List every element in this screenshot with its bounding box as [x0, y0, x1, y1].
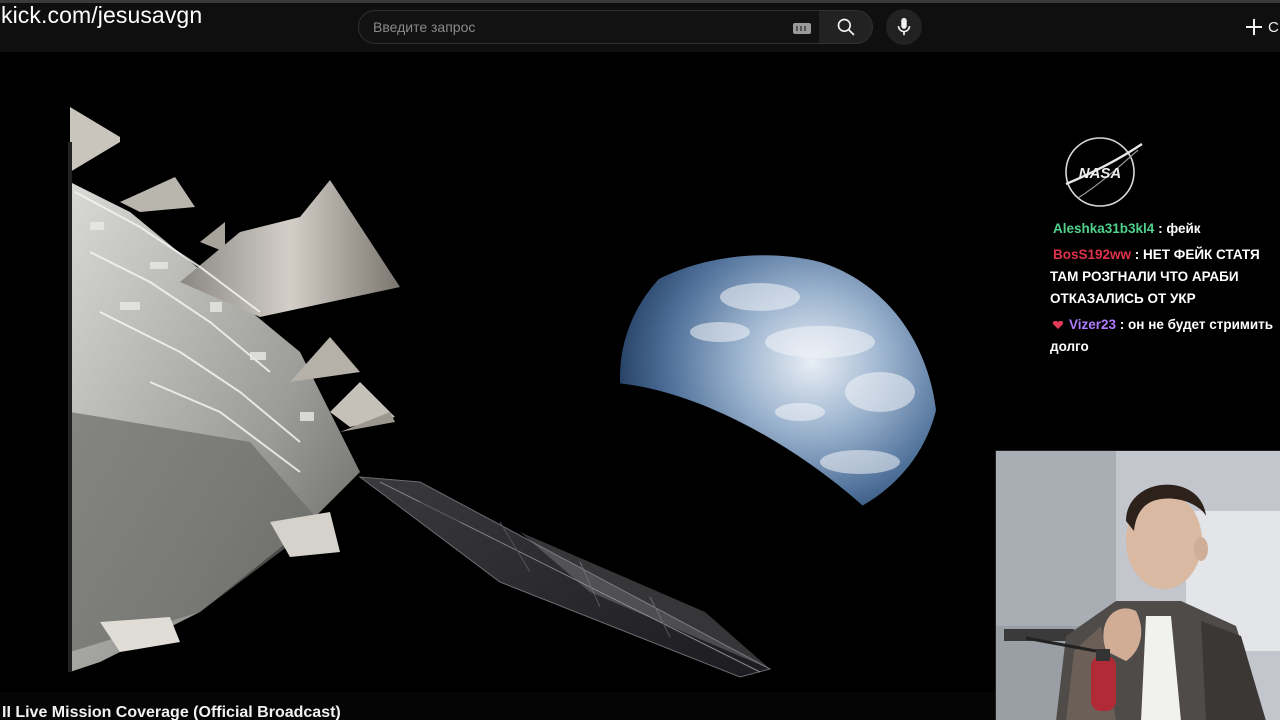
- microphone-icon: [897, 17, 911, 36]
- chat-username: Aleshka31b3kl4: [1053, 221, 1155, 236]
- search-input[interactable]: [373, 11, 773, 43]
- search-box[interactable]: [358, 10, 820, 44]
- heart-badge-icon: [1052, 320, 1064, 329]
- video-title[interactable]: II Live Mission Coverage (Official Broad…: [2, 704, 341, 720]
- search-button[interactable]: [819, 10, 873, 44]
- chat-separator: :: [1131, 247, 1144, 262]
- solar-array-image: [358, 476, 772, 678]
- voice-search-button[interactable]: [886, 9, 922, 45]
- chat-username: BosS192ww: [1053, 247, 1132, 262]
- chat-text: фейк: [1166, 221, 1201, 236]
- webcam-overlay: [995, 450, 1280, 720]
- create-label: С: [1268, 18, 1279, 36]
- plus-icon: [1246, 19, 1262, 35]
- stream-watermark: kick.com/jesusavgn: [1, 2, 203, 28]
- chat-separator: :: [1154, 221, 1167, 236]
- chat-overlay: Aleshka31b3kl4 : фейк BosS192ww : НЕТ ФЕ…: [1050, 220, 1280, 362]
- streamer-webcam-image: [996, 451, 1280, 720]
- chat-message: BosS192ww : НЕТ ФЕЙК СТАТЯ ТАМ РОЗГНАЛИ …: [1050, 244, 1280, 310]
- keyboard-icon[interactable]: [793, 23, 811, 34]
- spacecraft-image: [68, 107, 400, 672]
- chat-separator: :: [1116, 317, 1129, 332]
- chat-message: Aleshka31b3kl4 : фейк: [1050, 220, 1280, 238]
- chat-username: Vizer23: [1069, 317, 1117, 332]
- chat-message: Vizer23 : он не будет стримить долго: [1050, 314, 1280, 358]
- earth-image: [620, 255, 938, 527]
- nasa-logo: NASA: [1065, 137, 1143, 207]
- nasa-logo-text: NASA: [1079, 165, 1122, 182]
- create-button[interactable]: С: [1244, 14, 1279, 40]
- search-icon: [837, 18, 854, 36]
